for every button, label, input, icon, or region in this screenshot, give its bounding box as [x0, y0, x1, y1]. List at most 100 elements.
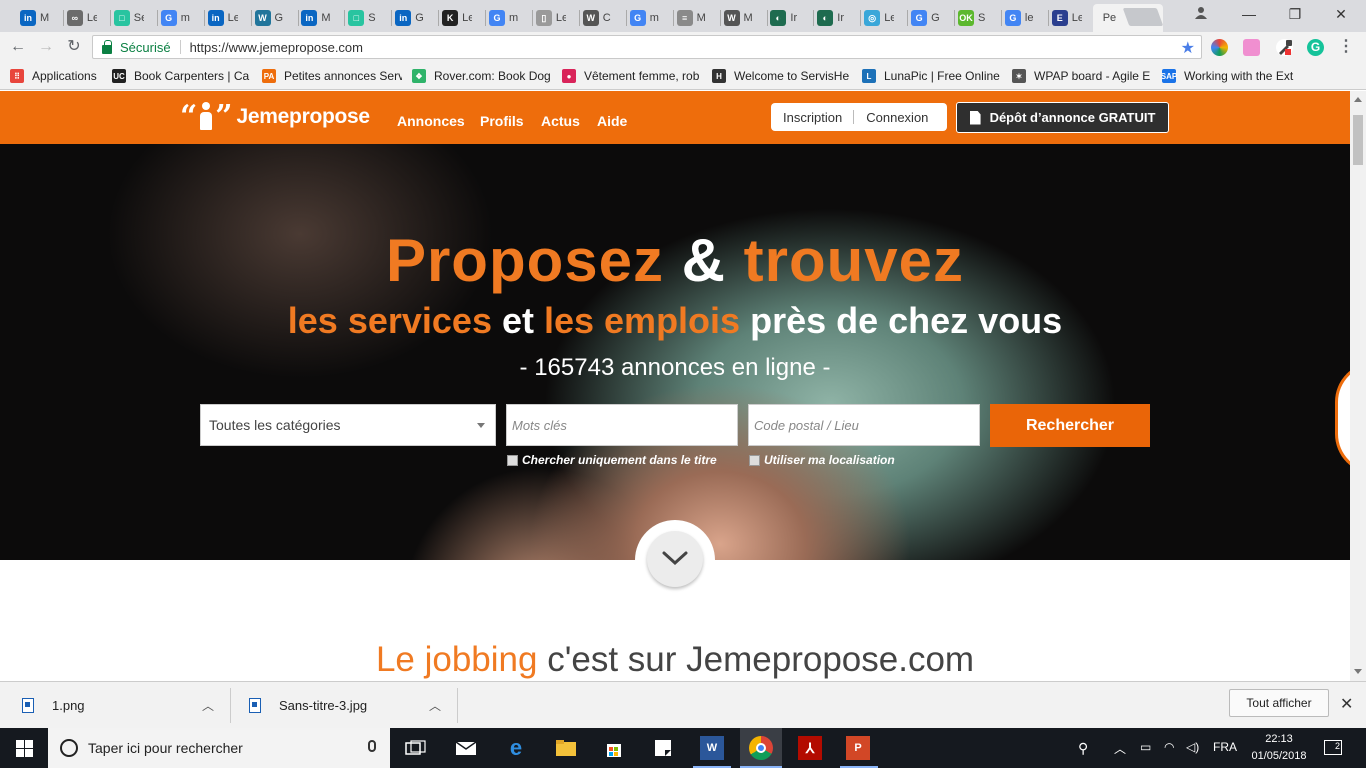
bookmark-item[interactable]: PA Petites annonces Serv — [262, 67, 402, 85]
browser-tab[interactable]: ◎ Le — [858, 4, 909, 32]
nav-annonces[interactable]: Annonces — [397, 113, 465, 129]
nav-profils[interactable]: Profils — [480, 113, 524, 129]
browser-tab[interactable]: WC — [577, 4, 627, 32]
acrobat-icon[interactable]: ⅄ — [798, 736, 822, 760]
browser-tab[interactable]: ∞ Le — [61, 4, 111, 32]
clock[interactable]: 22:13 01/05/2018 — [1248, 731, 1310, 765]
bookmark-item[interactable]: ⠿ Applications — [10, 67, 106, 85]
tray-chevron-icon[interactable]: ︿ — [1114, 740, 1126, 757]
chevron-up-icon[interactable]: ︿ — [429, 697, 441, 714]
browser-tab[interactable]: in Le — [202, 4, 252, 32]
post-ad-button[interactable]: Dépôt d’annonce GRATUIT — [956, 102, 1169, 133]
bookmark-item[interactable]: ❖ Rover.com: Book Dog — [412, 67, 552, 85]
taskbar-search[interactable]: Taper ici pour rechercher — [48, 728, 390, 768]
browser-tab[interactable]: ≡ M — [671, 4, 721, 32]
keywords-input[interactable] — [506, 404, 738, 446]
bookmark-item[interactable]: SAP Working with the Ext — [1162, 67, 1297, 85]
chevron-up-icon[interactable]: ︿ — [202, 697, 214, 714]
forward-icon[interactable]: → — [36, 37, 56, 57]
checkbox-box[interactable] — [507, 454, 518, 466]
bookmark-star-icon[interactable]: ★ — [1181, 38, 1195, 58]
category-select[interactable]: Toutes les catégories — [200, 404, 496, 446]
new-tab-button[interactable] — [1122, 8, 1164, 26]
browser-tab[interactable]: ◐ Ir — [811, 4, 862, 32]
download-item[interactable]: Sans-titre-3.jpg ︿ — [249, 682, 449, 729]
nav-aide[interactable]: Aide — [597, 113, 627, 129]
browser-tab[interactable]: WM — [718, 4, 768, 32]
extension-color-icon[interactable] — [1211, 39, 1228, 56]
browser-tab[interactable]: ▯ Le — [530, 4, 580, 32]
page-scrollbar[interactable] — [1350, 91, 1366, 681]
browser-tab[interactable]: K Le — [436, 4, 487, 32]
microphone-icon[interactable] — [368, 740, 376, 752]
people-icon[interactable]: ⚲ — [1078, 740, 1088, 757]
signup-link[interactable]: Inscription — [783, 110, 842, 125]
browser-tab[interactable]: in M — [14, 4, 64, 32]
site-header: “ ” Jemepropose Annonces Profils Actus A… — [0, 91, 1350, 144]
browser-tab[interactable]: □ S — [342, 4, 393, 32]
word-icon[interactable]: W — [700, 736, 724, 760]
volume-icon[interactable]: ◁) — [1186, 740, 1199, 754]
file-explorer-icon[interactable] — [554, 736, 578, 760]
sticky-notes-icon[interactable] — [651, 736, 675, 760]
browser-menu-icon[interactable]: ⋮ — [1336, 37, 1356, 57]
extension-bird-icon[interactable] — [1243, 39, 1260, 56]
location-input[interactable] — [748, 404, 980, 446]
chrome-icon[interactable] — [749, 736, 773, 760]
taskbar-search-placeholder: Taper ici pour rechercher — [88, 740, 243, 756]
grammarly-icon[interactable]: G — [1307, 39, 1324, 56]
language-indicator[interactable]: FRA — [1213, 740, 1237, 754]
bookmark-item[interactable]: L LunaPic | Free Online — [862, 67, 1002, 85]
browser-tab[interactable]: ◐ Ir — [764, 4, 815, 32]
reload-icon[interactable]: ↻ — [64, 37, 84, 57]
login-link[interactable]: Connexion — [866, 110, 928, 125]
use-location-checkbox[interactable]: Utiliser ma localisation — [749, 453, 895, 467]
browser-tab[interactable]: OK S — [952, 4, 1002, 32]
extension-eyedropper-icon[interactable] — [1276, 39, 1293, 56]
browser-tab[interactable]: in M — [295, 4, 346, 32]
browser-tab[interactable]: GG — [905, 4, 956, 32]
scrollbar-thumb[interactable] — [1353, 115, 1363, 165]
bookmark-item[interactable]: UC Book Carpenters | Ca — [112, 67, 252, 85]
restore-icon[interactable]: ❐ — [1280, 4, 1310, 24]
address-bar[interactable]: Sécurisé https://www.jemepropose.com ★ — [92, 35, 1202, 59]
download-item[interactable]: 1.png ︿ — [22, 682, 222, 729]
profile-icon[interactable] — [1186, 4, 1216, 24]
browser-tab[interactable]: □Se — [108, 4, 158, 32]
title-only-checkbox[interactable]: Chercher uniquement dans le titre — [507, 453, 717, 467]
browser-tab[interactable]: in G — [389, 4, 440, 32]
bookmark-item[interactable]: H Welcome to ServisHe — [712, 67, 852, 85]
site-logo[interactable]: “ ” Jemepropose — [180, 99, 370, 135]
browser-tab[interactable]: Gm — [483, 4, 533, 32]
show-all-downloads-button[interactable]: Tout afficher — [1229, 689, 1329, 717]
browser-tab[interactable]: Gm — [624, 4, 674, 32]
task-view-icon[interactable] — [404, 736, 428, 760]
bookmark-label: Welcome to ServisHe — [734, 69, 850, 83]
bookmark-item[interactable]: ● Vêtement femme, rob — [562, 67, 702, 85]
powerpoint-icon[interactable]: P — [846, 736, 870, 760]
edge-icon[interactable]: e — [504, 735, 528, 760]
url-text[interactable]: https://www.jemepropose.com — [190, 40, 363, 55]
checkbox-box[interactable] — [749, 454, 760, 466]
browser-tab[interactable]: Gle — [999, 4, 1049, 32]
logo-quote-right: ” — [215, 99, 233, 134]
wifi-icon[interactable]: ◠ — [1164, 740, 1174, 754]
scroll-up-arrow-icon[interactable] — [1354, 97, 1362, 102]
browser-tab[interactable]: E Le — [1046, 4, 1096, 32]
window-close-icon[interactable]: ✕ — [1326, 4, 1356, 24]
browser-tab[interactable]: Gm — [155, 4, 205, 32]
battery-icon[interactable]: ▭ — [1140, 740, 1151, 754]
close-icon[interactable]: ✕ — [1340, 694, 1353, 714]
mail-icon[interactable] — [454, 736, 478, 760]
nav-actus[interactable]: Actus — [541, 113, 580, 129]
search-button[interactable]: Rechercher — [990, 404, 1150, 447]
back-icon[interactable]: ← — [8, 37, 28, 57]
browser-tab[interactable]: WG — [249, 4, 299, 32]
windows-start-icon[interactable] — [16, 740, 33, 757]
scroll-down-arrow-icon[interactable] — [1354, 669, 1362, 674]
notification-icon[interactable]: 2 — [1324, 740, 1342, 755]
scroll-down-button[interactable] — [647, 531, 703, 587]
bookmark-item[interactable]: ✶ WPAP board - Agile E — [1012, 67, 1152, 85]
minimize-icon[interactable]: — — [1234, 4, 1264, 24]
store-icon[interactable] — [602, 736, 626, 760]
